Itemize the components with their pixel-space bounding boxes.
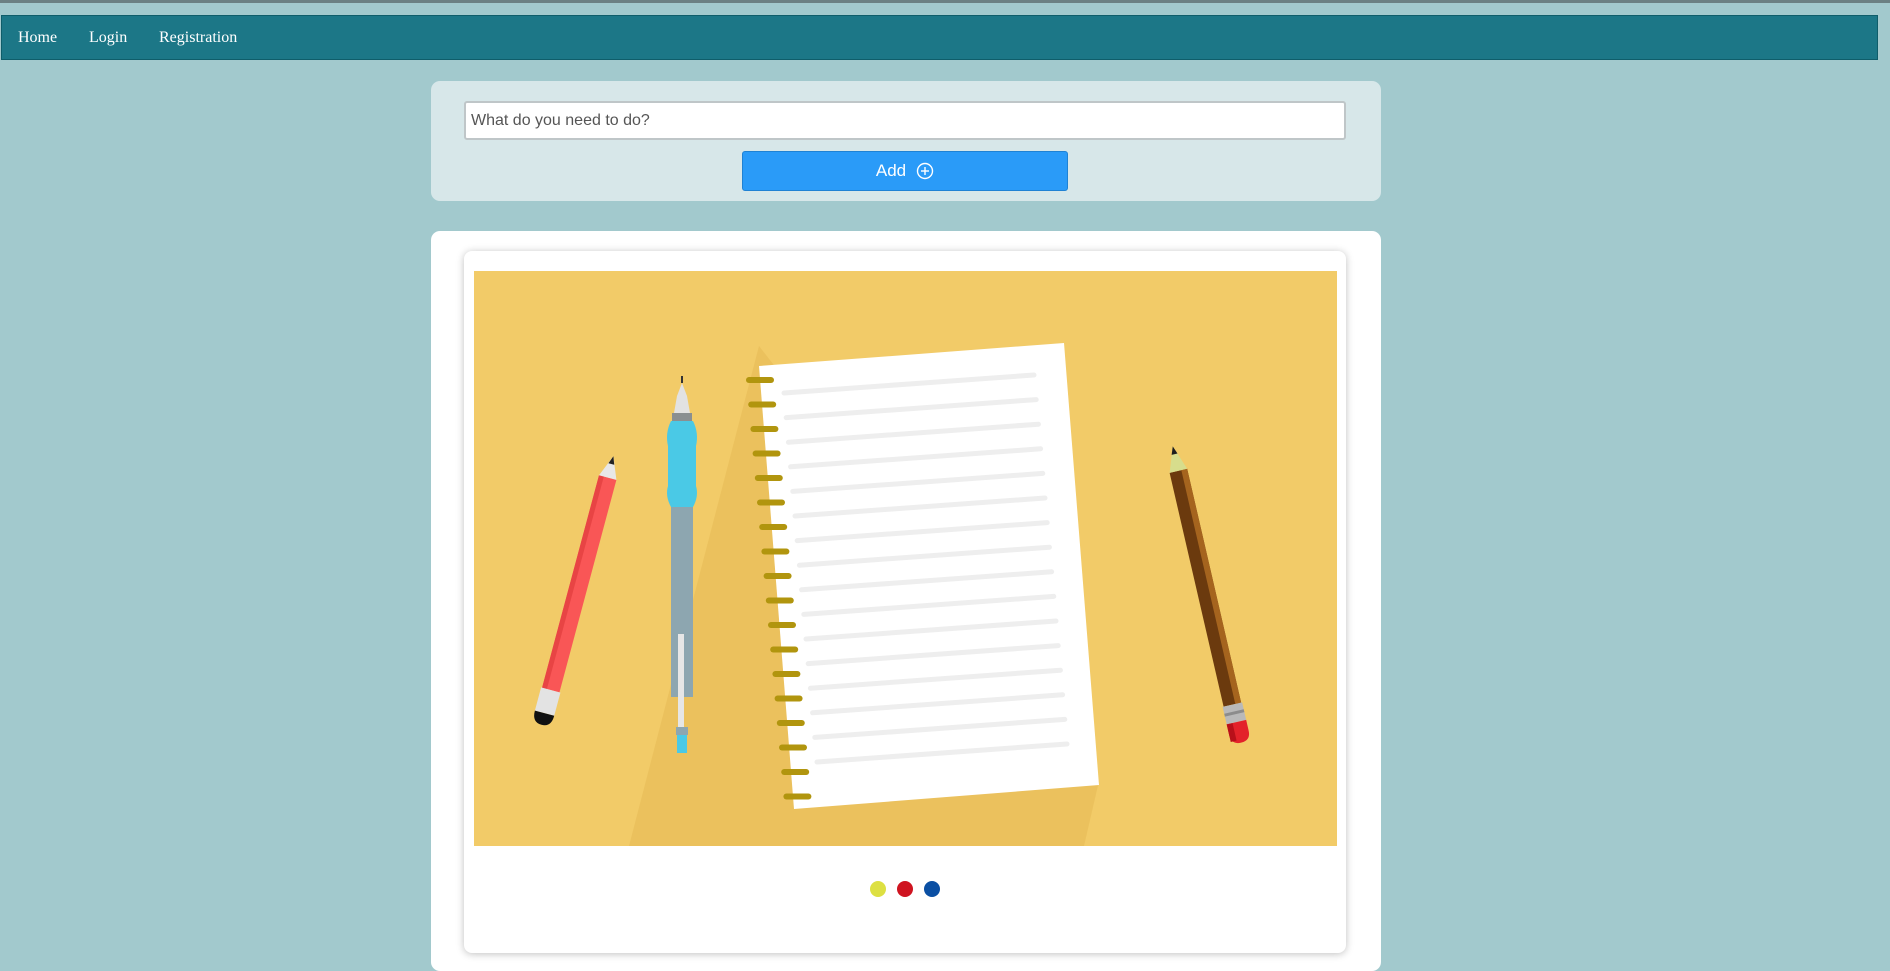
spiral-ring <box>750 426 779 432</box>
carousel-dot-2[interactable] <box>897 881 913 897</box>
spiral-ring <box>768 622 796 628</box>
nav-registration-link[interactable]: Registration <box>159 29 237 47</box>
spiral-ring <box>748 401 777 408</box>
spiral-ring <box>763 573 792 579</box>
spiral-ring <box>757 499 785 506</box>
spiral-ring <box>774 695 803 702</box>
spiral-ring <box>754 475 783 481</box>
spiral-ring <box>772 671 801 677</box>
spiral-ring <box>783 793 812 800</box>
spiral-ring <box>779 744 807 751</box>
carousel-dot-1[interactable] <box>870 881 886 897</box>
spiral-ring <box>770 646 799 653</box>
spiral-ring <box>765 597 794 604</box>
nav-home-link[interactable]: Home <box>18 29 57 47</box>
spiral-ring <box>746 377 774 383</box>
plus-circle-icon <box>916 162 934 180</box>
spiral-ring <box>761 548 790 555</box>
nav-login-link[interactable]: Login <box>89 29 127 47</box>
spiral-ring <box>781 769 810 775</box>
content-panel <box>431 231 1381 971</box>
top-navbar: Home Login Registration <box>1 15 1878 60</box>
add-todo-panel: Add <box>431 81 1381 201</box>
spiral-ring <box>752 450 781 457</box>
todo-input[interactable] <box>464 101 1346 140</box>
spiral-ring <box>776 720 805 726</box>
carousel-indicators <box>870 881 940 897</box>
add-button-label: Add <box>875 161 907 180</box>
add-button[interactable]: Add <box>742 151 1068 191</box>
window-top-strip <box>0 0 1890 3</box>
notebook-illustration <box>474 271 1337 846</box>
spiral-ring <box>759 524 788 530</box>
carousel-dot-3[interactable] <box>924 881 940 897</box>
carousel-card <box>464 251 1346 953</box>
